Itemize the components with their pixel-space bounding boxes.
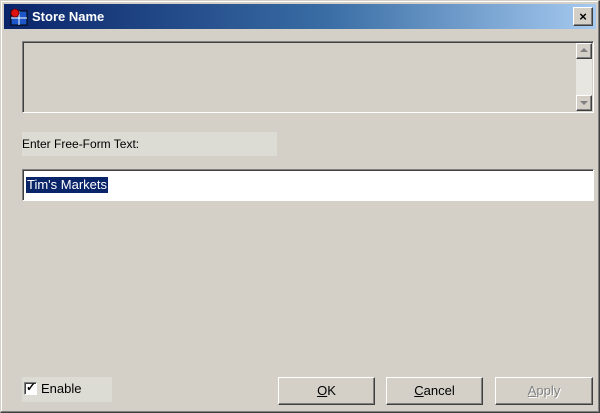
cancel-button[interactable]: Cancel (386, 377, 483, 405)
vertical-scrollbar[interactable] (576, 43, 592, 111)
apply-button[interactable]: Apply (495, 377, 593, 405)
ok-label-rest: K (327, 383, 336, 398)
description-area (22, 41, 594, 113)
scroll-down-arrow-icon (580, 101, 588, 105)
apply-label-rest: pply (536, 383, 561, 398)
cancel-label-rest: ancel (423, 383, 455, 398)
scroll-down-button[interactable] (576, 95, 592, 111)
title-bar[interactable]: Store Name × (4, 4, 596, 29)
checkmark-icon: ✓ (26, 380, 37, 394)
scroll-up-arrow-icon (580, 48, 588, 52)
ok-mnemonic: O (317, 383, 328, 398)
free-form-text-input[interactable]: Tim's Markets (22, 169, 594, 201)
window-title: Store Name (32, 9, 105, 24)
enable-checkbox-group[interactable]: ✓ Enable (22, 377, 112, 402)
ok-button[interactable]: OK (278, 377, 375, 405)
selected-input-text[interactable]: Tim's Markets (26, 177, 108, 193)
enable-checkbox[interactable]: ✓ (24, 380, 37, 395)
close-button[interactable]: × (573, 7, 593, 26)
enable-label[interactable]: Enable (41, 381, 81, 396)
close-icon: × (579, 9, 587, 24)
dialog-window: Store Name × Enter Free-Form Text: Tim's… (0, 0, 600, 413)
app-grid-icon (10, 8, 28, 26)
scroll-up-button[interactable] (576, 43, 592, 59)
free-form-prompt-label: Enter Free-Form Text: (22, 132, 277, 156)
cancel-mnemonic: C (414, 383, 424, 398)
